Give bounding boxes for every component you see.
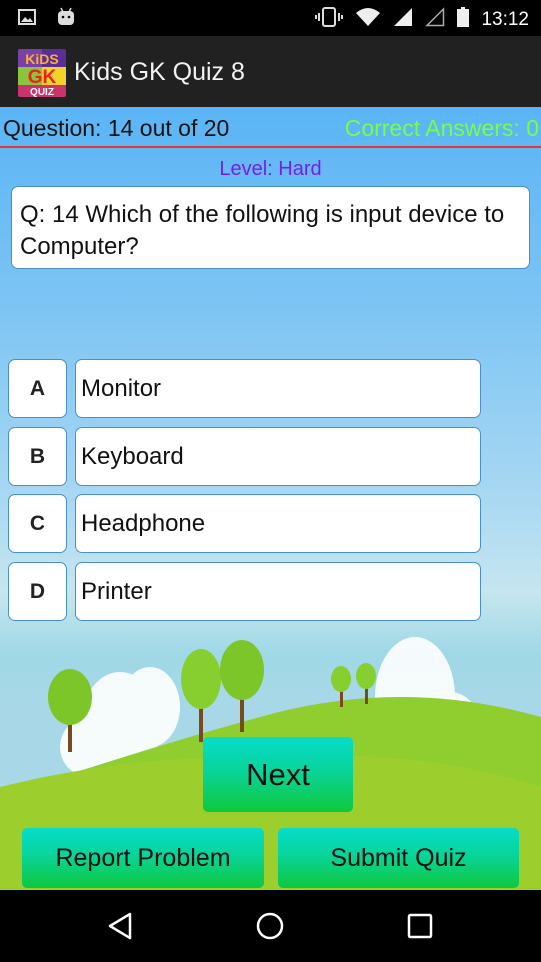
option-b[interactable]: B Keyboard: [8, 427, 481, 486]
android-notification-icon: [56, 7, 76, 32]
home-button[interactable]: [250, 908, 290, 944]
logo-kids-text: KiDS: [25, 51, 58, 67]
option-answer[interactable]: Keyboard: [75, 427, 481, 486]
quiz-content: Question: 14 out of 20 Correct Answers: …: [0, 107, 541, 890]
option-letter[interactable]: D: [8, 562, 67, 621]
image-notification-icon: [18, 9, 36, 30]
option-letter[interactable]: B: [8, 427, 67, 486]
app-bar: KiDS GK QUIZ Kids GK Quiz 8: [0, 36, 541, 107]
info-row: Question: 14 out of 20 Correct Answers: …: [0, 107, 541, 147]
next-button[interactable]: Next: [203, 737, 353, 812]
navigation-bar: [0, 890, 541, 962]
clock: 13:12: [481, 8, 529, 30]
vibrate-icon: [315, 6, 344, 33]
wifi-icon: [355, 7, 381, 32]
question-text: Q: 14 Which of the following is input de…: [11, 186, 530, 269]
correct-answers-count: Correct Answers: 0: [344, 115, 539, 141]
report-problem-button[interactable]: Report Problem: [22, 828, 264, 888]
signal-empty-icon: [425, 7, 445, 32]
signal-icon: [393, 7, 413, 32]
back-icon: [108, 912, 132, 940]
divider: [0, 146, 541, 148]
option-letter[interactable]: C: [8, 494, 67, 553]
option-a[interactable]: A Monitor: [8, 359, 481, 418]
option-d[interactable]: D Printer: [8, 562, 481, 621]
submit-quiz-button[interactable]: Submit Quiz: [278, 828, 519, 888]
option-answer[interactable]: Headphone: [75, 494, 481, 553]
logo-quiz-text: QUIZ: [30, 87, 54, 97]
home-icon: [256, 912, 284, 940]
option-answer[interactable]: Monitor: [75, 359, 481, 418]
option-letter[interactable]: A: [8, 359, 67, 418]
status-bar: 13:12: [0, 0, 541, 36]
app-title: Kids GK Quiz 8: [74, 58, 245, 86]
question-counter: Question: 14 out of 20: [3, 115, 230, 141]
option-answer[interactable]: Printer: [75, 562, 481, 621]
battery-icon: [457, 7, 470, 32]
back-button[interactable]: [100, 908, 140, 944]
recents-button[interactable]: [400, 908, 440, 944]
option-c[interactable]: C Headphone: [8, 494, 481, 553]
level-label: Level: Hard: [219, 158, 322, 180]
recents-icon: [407, 913, 433, 939]
logo-gk-text: GK: [28, 67, 57, 88]
app-logo: KiDS GK QUIZ: [18, 49, 66, 97]
